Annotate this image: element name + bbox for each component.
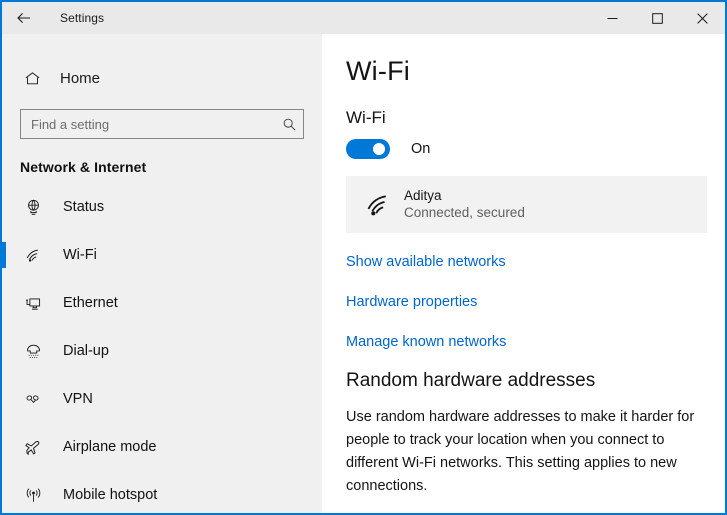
sidebar-item-ethernet-label: Ethernet bbox=[63, 295, 118, 311]
title-bar: Settings bbox=[2, 2, 725, 34]
toggle-knob bbox=[373, 143, 385, 155]
maximize-icon[interactable] bbox=[635, 2, 680, 34]
sidebar-nav-list: Status Wi-Fi bbox=[2, 183, 322, 513]
status-globe-icon bbox=[20, 198, 46, 217]
network-links: Show available networks Hardware propert… bbox=[322, 242, 725, 362]
vpn-chain-icon bbox=[20, 390, 46, 409]
sidebar-section-header: Network & Internet bbox=[20, 159, 322, 175]
search-input[interactable] bbox=[21, 110, 275, 138]
page-title: Wi-Fi bbox=[346, 56, 725, 87]
close-icon[interactable] bbox=[680, 2, 725, 34]
link-row: Manage known networks bbox=[346, 322, 725, 362]
selection-indicator bbox=[2, 290, 6, 316]
selection-indicator bbox=[2, 482, 6, 508]
hardware-properties-link[interactable]: Hardware properties bbox=[346, 294, 477, 310]
selection-indicator bbox=[2, 386, 6, 412]
connected-network-card[interactable]: Aditya Connected, secured bbox=[346, 176, 707, 233]
settings-window: Settings bbox=[0, 0, 727, 515]
wifi-toggle-row: On bbox=[346, 139, 725, 159]
sidebar-item-airplane-mode-label: Airplane mode bbox=[63, 439, 157, 455]
window-controls bbox=[590, 2, 725, 34]
sidebar-item-wifi[interactable]: Wi-Fi bbox=[2, 231, 322, 279]
selection-indicator bbox=[2, 434, 6, 460]
sidebar-item-ethernet[interactable]: Ethernet bbox=[2, 279, 322, 327]
title-bar-left: Settings bbox=[2, 2, 590, 34]
sidebar: Home Network & Internet bbox=[2, 34, 322, 513]
main-content: Wi-Fi Wi-Fi On Aditya Connected, secured bbox=[322, 34, 725, 513]
sidebar-item-wifi-label: Wi-Fi bbox=[63, 247, 97, 263]
sidebar-item-status[interactable]: Status bbox=[2, 183, 322, 231]
wifi-icon bbox=[20, 246, 46, 265]
ethernet-icon bbox=[20, 294, 46, 313]
wifi-toggle-state-label: On bbox=[411, 141, 430, 157]
sidebar-item-home-label: Home bbox=[60, 70, 100, 87]
dialup-phone-icon bbox=[20, 342, 46, 361]
sidebar-item-vpn[interactable]: VPN bbox=[2, 375, 322, 423]
network-card-text: Aditya Connected, secured bbox=[404, 187, 525, 222]
link-row: Show available networks bbox=[346, 242, 725, 282]
search-box[interactable] bbox=[20, 109, 304, 139]
link-row: Hardware properties bbox=[346, 282, 725, 322]
wifi-toggle[interactable] bbox=[346, 139, 390, 159]
network-name: Aditya bbox=[404, 187, 525, 204]
sidebar-item-status-label: Status bbox=[63, 199, 104, 215]
airplane-icon bbox=[20, 438, 46, 457]
sidebar-item-home[interactable]: Home bbox=[2, 58, 322, 98]
selection-indicator bbox=[2, 194, 6, 220]
network-status: Connected, secured bbox=[404, 204, 525, 222]
sidebar-item-airplane-mode[interactable]: Airplane mode bbox=[2, 423, 322, 471]
sidebar-item-mobile-hotspot-label: Mobile hotspot bbox=[63, 487, 157, 503]
window-title: Settings bbox=[60, 11, 104, 25]
sidebar-item-dialup[interactable]: Dial-up bbox=[2, 327, 322, 375]
back-arrow-icon[interactable] bbox=[2, 2, 46, 34]
selection-indicator bbox=[2, 338, 6, 364]
mobile-hotspot-icon bbox=[20, 486, 46, 505]
wifi-connected-icon bbox=[360, 191, 396, 218]
home-icon bbox=[16, 70, 48, 87]
random-hardware-addresses-title: Random hardware addresses bbox=[346, 370, 725, 392]
show-available-networks-link[interactable]: Show available networks bbox=[346, 254, 506, 270]
manage-known-networks-link[interactable]: Manage known networks bbox=[346, 334, 506, 350]
search-icon bbox=[275, 117, 303, 132]
sidebar-item-vpn-label: VPN bbox=[63, 391, 93, 407]
sidebar-item-mobile-hotspot[interactable]: Mobile hotspot bbox=[2, 471, 322, 513]
wifi-group-label: Wi-Fi bbox=[346, 108, 725, 128]
selection-indicator bbox=[2, 242, 6, 268]
random-hardware-addresses-description: Use random hardware addresses to make it… bbox=[346, 406, 698, 498]
sidebar-item-dialup-label: Dial-up bbox=[63, 343, 109, 359]
minimize-icon[interactable] bbox=[590, 2, 635, 34]
